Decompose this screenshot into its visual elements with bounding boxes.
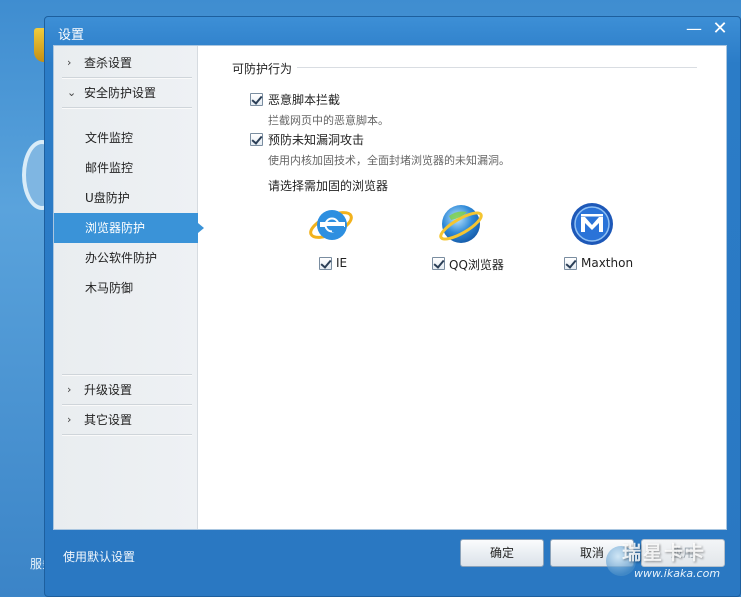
sidebar-item-file-monitor[interactable]: 文件监控 — [54, 123, 198, 153]
section-divider — [297, 67, 697, 68]
ie-icon — [309, 210, 353, 240]
browser-prompt: 请选择需加固的浏览器 — [268, 179, 389, 193]
dialog-title: 设置 — [58, 28, 85, 43]
option-description: 使用内核加固技术，全面封堵浏览器的未知漏洞。 — [268, 154, 510, 167]
minimize-icon[interactable]: — — [684, 19, 704, 39]
sidebar-group-protection[interactable]: ⌄ 安全防护设置 — [54, 78, 198, 108]
restore-defaults-link[interactable]: 使用默认设置 — [63, 548, 135, 565]
ok-button[interactable]: 确定 — [460, 539, 544, 567]
sidebar-item-office-protection[interactable]: 办公软件防护 — [54, 243, 198, 273]
option-description: 拦截网页中的恶意脚本。 — [268, 114, 389, 127]
unknown-exploit-checkbox[interactable] — [250, 133, 263, 146]
sidebar-group-scan[interactable]: › 查杀设置 — [54, 48, 198, 78]
qq-browser-checkbox[interactable] — [432, 257, 445, 270]
maxthon-icon — [571, 203, 613, 245]
option-label: 恶意脚本拦截 — [268, 93, 341, 107]
malicious-script-checkbox[interactable] — [250, 93, 263, 106]
settings-dialog: 设置 — ✕ › 查杀设置 ⌄ 安全防护设置 文件监控 邮件监控 U盘防护 浏览… — [44, 16, 741, 597]
ie-checkbox[interactable] — [319, 257, 332, 270]
qq-browser-icon — [439, 205, 483, 243]
sidebar-group-label: 其它设置 — [84, 413, 133, 427]
divider — [62, 435, 192, 436]
apply-button[interactable]: 应用 — [641, 539, 725, 567]
browser-label-qq: QQ浏览器 — [449, 258, 504, 272]
maxthon-checkbox[interactable] — [564, 257, 577, 270]
dialog-body: › 查杀设置 ⌄ 安全防护设置 文件监控 邮件监控 U盘防护 浏览器防护 办公软… — [53, 45, 727, 530]
sidebar-group-label: 升级设置 — [84, 383, 133, 397]
sidebar-item-usb-protection[interactable]: U盘防护 — [54, 183, 198, 213]
chevron-down-icon: ⌄ — [67, 86, 77, 99]
browser-label-ie: IE — [336, 256, 348, 270]
option-label: 预防未知漏洞攻击 — [268, 133, 365, 147]
sidebar: › 查杀设置 ⌄ 安全防护设置 文件监控 邮件监控 U盘防护 浏览器防护 办公软… — [54, 46, 204, 529]
section-title: 可防护行为 — [232, 62, 293, 76]
sidebar-group-label: 查杀设置 — [84, 56, 133, 70]
sidebar-group-update[interactable]: › 升级设置 — [54, 375, 198, 405]
sidebar-item-mail-monitor[interactable]: 邮件监控 — [54, 153, 198, 183]
cancel-button[interactable]: 取消 — [550, 539, 634, 567]
chevron-right-icon: › — [67, 383, 72, 396]
chevron-right-icon: › — [67, 413, 72, 426]
sidebar-item-trojan-defense[interactable]: 木马防御 — [54, 273, 198, 303]
browser-label-maxthon: Maxthon — [581, 256, 634, 270]
divider — [62, 108, 192, 109]
sidebar-item-browser-protection[interactable]: 浏览器防护 — [54, 213, 204, 243]
settings-content: 可防护行为 恶意脚本拦截 拦截网页中的恶意脚本。 预防未知漏洞攻击 使用内核加固… — [199, 46, 726, 529]
close-icon[interactable]: ✕ — [710, 19, 730, 39]
sidebar-group-other[interactable]: › 其它设置 — [54, 405, 198, 435]
sidebar-group-label: 安全防护设置 — [84, 86, 157, 100]
chevron-right-icon: › — [67, 56, 72, 69]
